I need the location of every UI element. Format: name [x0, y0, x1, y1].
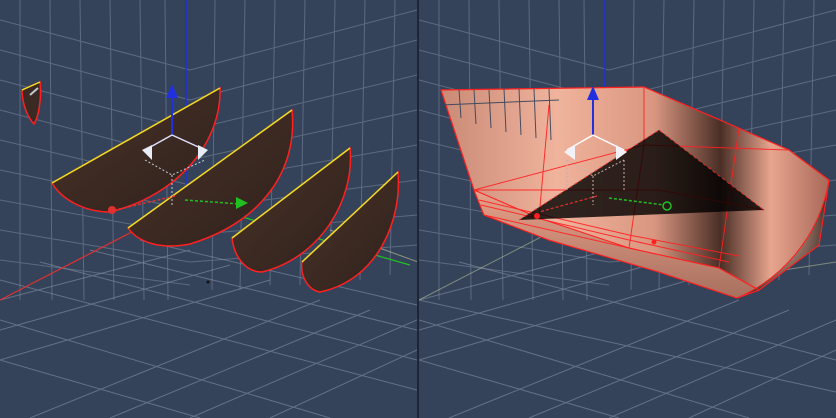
- viewport-left[interactable]: [0, 0, 417, 418]
- app-window: [0, 0, 836, 418]
- viewport-right-canvas[interactable]: [419, 0, 836, 418]
- pivot-icon: [206, 280, 210, 284]
- hull-vertex[interactable]: [651, 239, 657, 245]
- viewport-right[interactable]: [419, 0, 836, 418]
- viewport-left-canvas[interactable]: [0, 0, 417, 418]
- hull-vertex[interactable]: [534, 213, 540, 219]
